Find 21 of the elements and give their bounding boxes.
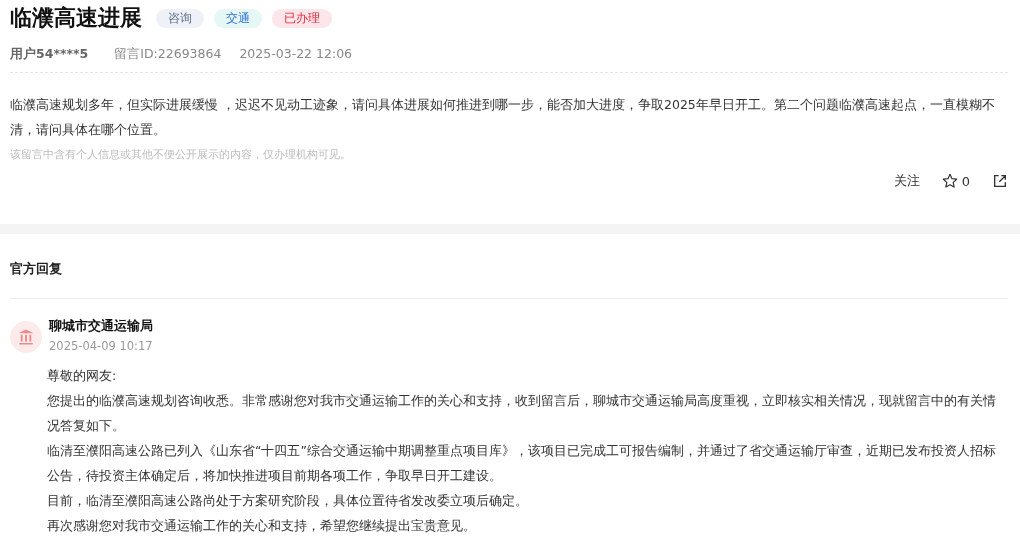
- tag: 交通: [214, 8, 262, 28]
- page-title: 临濮高速进展: [10, 4, 142, 32]
- section-heading: 官方回复: [10, 234, 1008, 299]
- post-time: 2025-03-22 12:06: [239, 46, 353, 63]
- agency-name: 聊城市交通运输局: [49, 318, 153, 335]
- reply-time: 2025-04-09 10:17: [49, 339, 153, 353]
- follow-link[interactable]: 关注: [893, 172, 920, 190]
- tag: 已办理: [272, 8, 332, 28]
- star-icon[interactable]: [941, 173, 958, 189]
- share-icon[interactable]: [992, 173, 1008, 189]
- user-name: 用户54****5: [10, 46, 89, 63]
- reply-paragraph: 尊敬的网友:: [47, 367, 118, 385]
- reply-paragraph: 临清至濮阳高速公路已列入《山东省“十四五”综合交通运输中期调整重点项目库》，该项目已完成工可报告编制，并通过了省交通运输厅审查，近期已发布投资人招标公告，待投资主体确定后，将加快推进项目前期各项工作，争取早日开工建设。: [47, 442, 997, 485]
- message-body: 临濮高速规划多年，但实际进展缓慢 ，迟迟不见动工迹象，请问具体进展如何推进到哪一步，能否加大进度，争取2025年早日开工。第二个问题临濮高速起点，一直模糊不清，请问具体在哪个位置。: [10, 96, 996, 139]
- reply-paragraph: 再次感谢您对我市交通运输工作的关心和支持，希望您继续提出宝贵意见。: [47, 517, 477, 535]
- reply-paragraph: 目前，临清至濮阳高速公路尚处于方案研究阶段，具体位置待省发改委立项后确定。: [47, 492, 529, 510]
- message-id: 留言ID:22693864: [114, 46, 222, 63]
- like-count: 0: [961, 173, 970, 189]
- tag: 咨询: [156, 8, 204, 28]
- reply-paragraph: 您提出的临濮高速规划咨询收悉。非常感谢您对我市交通运输工作的关心和支持，收到留言后，聊城市交通运输局高度重视，立即核实相关情况，现就留言中的有关情况答复如下。: [47, 392, 997, 435]
- building-icon: [17, 328, 35, 346]
